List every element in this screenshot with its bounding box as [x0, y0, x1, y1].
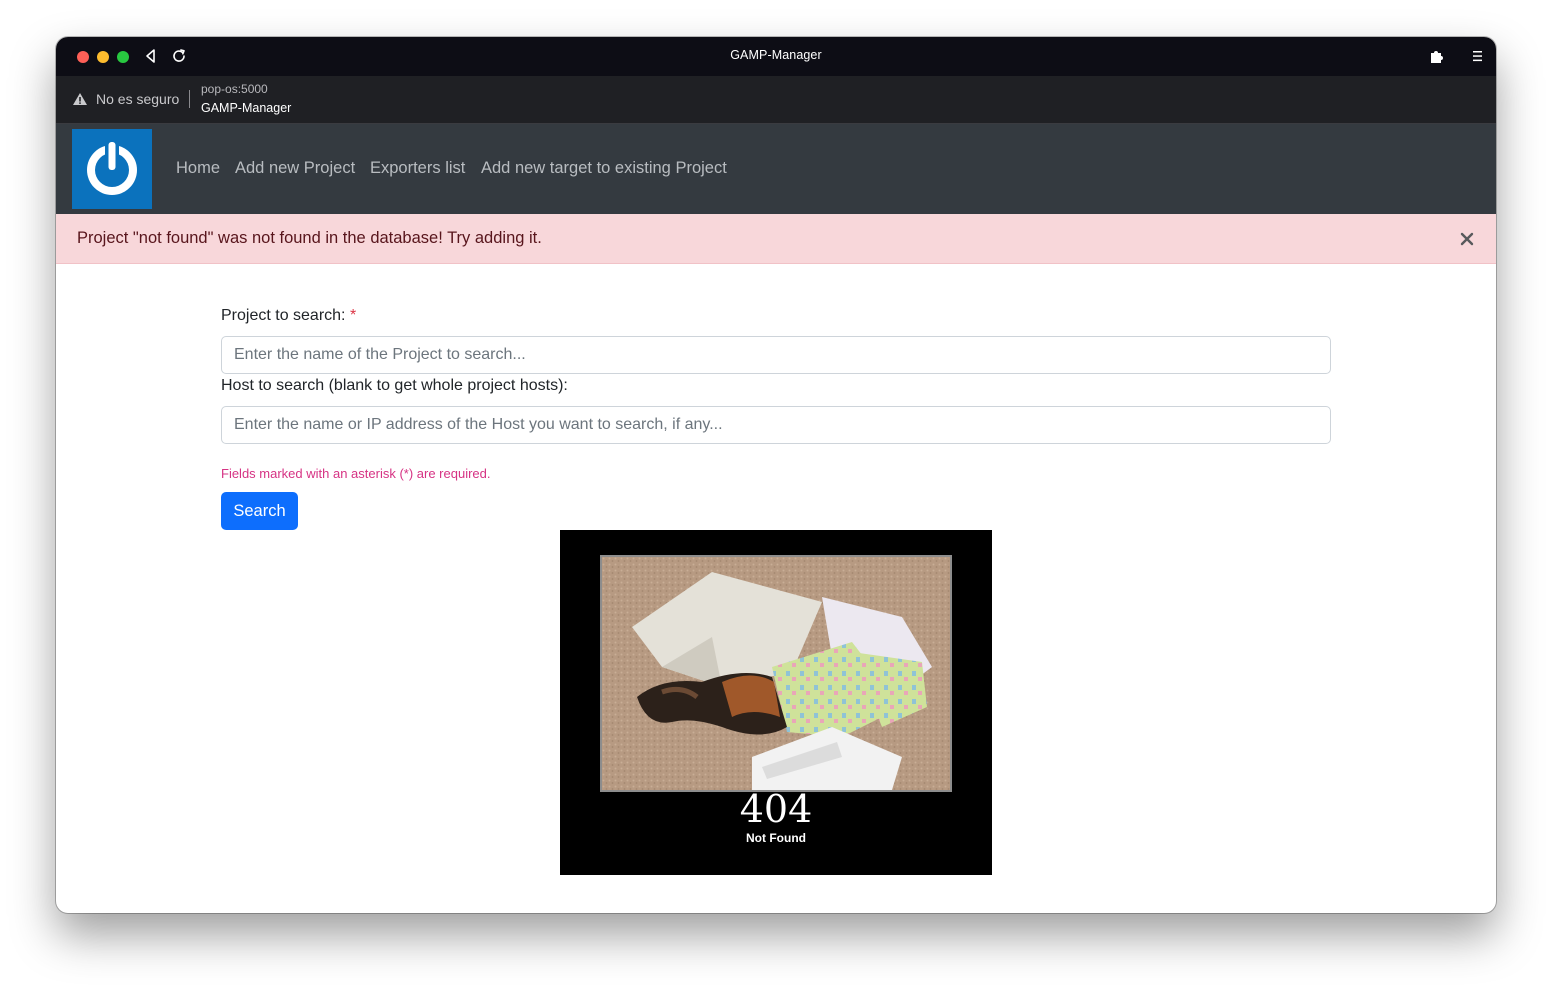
- required-marker: *: [349, 307, 357, 324]
- host-search-label: Host to search (blank to get whole proje…: [221, 377, 568, 394]
- project-search-label: Project to search: *: [221, 307, 356, 325]
- nav-link-add-new-project[interactable]: Add new Project: [235, 159, 355, 178]
- error-alert: Project "not found" was not found in the…: [56, 214, 1496, 264]
- alert-message: Project "not found" was not found in the…: [77, 229, 542, 247]
- browser-window: GAMP-Manager No es seguro pop-os:5000 GA…: [56, 37, 1496, 913]
- project-search-label-text: Project to search:: [221, 307, 346, 324]
- address-divider: [189, 90, 190, 108]
- window-title: GAMP-Manager: [730, 48, 822, 62]
- nav-link-exporters-list[interactable]: Exporters list: [370, 159, 465, 178]
- search-button[interactable]: Search: [221, 492, 298, 530]
- address-page-title[interactable]: GAMP-Manager: [201, 101, 291, 115]
- project-search-input[interactable]: [221, 336, 1331, 374]
- nav-link-add-new-target[interactable]: Add new target to existing Project: [481, 159, 727, 178]
- power-logo-icon[interactable]: [72, 129, 152, 209]
- puzzle-icon[interactable]: [1428, 47, 1446, 65]
- not-found-image: 404 Not Found: [560, 530, 992, 875]
- security-warning[interactable]: No es seguro: [96, 91, 179, 107]
- hamburger-menu-icon[interactable]: [1468, 47, 1486, 65]
- required-fields-note: Fields marked with an asterisk (*) are r…: [221, 466, 491, 481]
- address-bar[interactable]: No es seguro pop-os:5000 GAMP-Manager: [56, 76, 1496, 124]
- host-search-input[interactable]: [221, 406, 1331, 444]
- nav-link-home[interactable]: Home: [176, 159, 220, 178]
- address-host[interactable]: pop-os:5000: [201, 82, 268, 96]
- title-bar: GAMP-Manager: [56, 37, 1496, 76]
- not-found-caption: Not Found: [746, 831, 806, 845]
- close-icon[interactable]: [1458, 230, 1476, 248]
- cat-in-paper-photo: [600, 555, 952, 792]
- not-found-code: 404: [739, 787, 813, 831]
- warning-triangle-icon: [72, 92, 88, 106]
- navbar: Home Add new Project Exporters list Add …: [56, 124, 1496, 214]
